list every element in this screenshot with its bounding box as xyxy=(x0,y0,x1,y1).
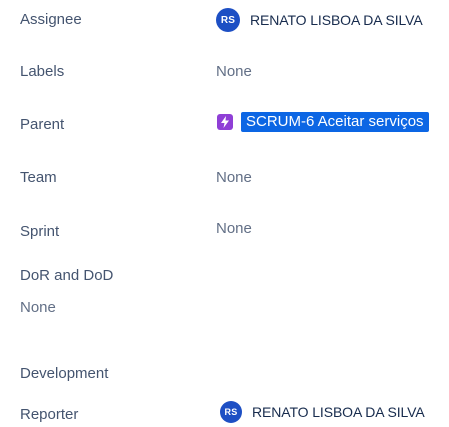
reporter-label: Reporter xyxy=(20,406,79,423)
assignee-label: Assignee xyxy=(20,11,82,28)
labels-value[interactable]: None xyxy=(216,63,252,80)
details-panel: Assignee RS RENATO LISBOA DA SILVA Label… xyxy=(0,0,449,427)
sprint-label: Sprint xyxy=(20,223,60,240)
sprint-row: Sprint None xyxy=(0,210,449,250)
dor-dod-row: DoR and DoD None xyxy=(0,256,449,326)
reporter-row: Reporter RS RENATO LISBOA DA SILVA xyxy=(0,398,449,427)
parent-label: Parent xyxy=(20,116,65,133)
dor-dod-value[interactable]: None xyxy=(20,299,56,316)
dor-dod-label: DoR and DoD xyxy=(20,267,114,284)
sprint-value[interactable]: None xyxy=(216,220,252,237)
epic-lightning-icon xyxy=(217,114,233,130)
team-row: Team None xyxy=(0,158,449,198)
assignee-row: Assignee RS RENATO LISBOA DA SILVA xyxy=(0,0,449,40)
labels-row: Labels None xyxy=(0,52,449,92)
parent-value: SCRUM-6 Aceitar serviços xyxy=(217,112,429,132)
team-value[interactable]: None xyxy=(216,169,252,186)
assignee-name: RENATO LISBOA DA SILVA xyxy=(250,12,423,28)
parent-issue-link[interactable]: SCRUM-6 Aceitar serviços xyxy=(241,112,429,132)
team-label: Team xyxy=(20,169,57,186)
labels-label: Labels xyxy=(20,63,65,80)
assignee-value[interactable]: RS RENATO LISBOA DA SILVA xyxy=(216,8,423,32)
reporter-avatar: RS xyxy=(220,401,242,423)
development-label: Development xyxy=(20,365,109,382)
development-row: Development xyxy=(0,360,449,400)
parent-row: Parent SCRUM-6 Aceitar serviços xyxy=(0,104,449,144)
reporter-value[interactable]: RS RENATO LISBOA DA SILVA xyxy=(220,401,425,423)
assignee-avatar: RS xyxy=(216,8,240,32)
reporter-name: RENATO LISBOA DA SILVA xyxy=(252,404,425,420)
